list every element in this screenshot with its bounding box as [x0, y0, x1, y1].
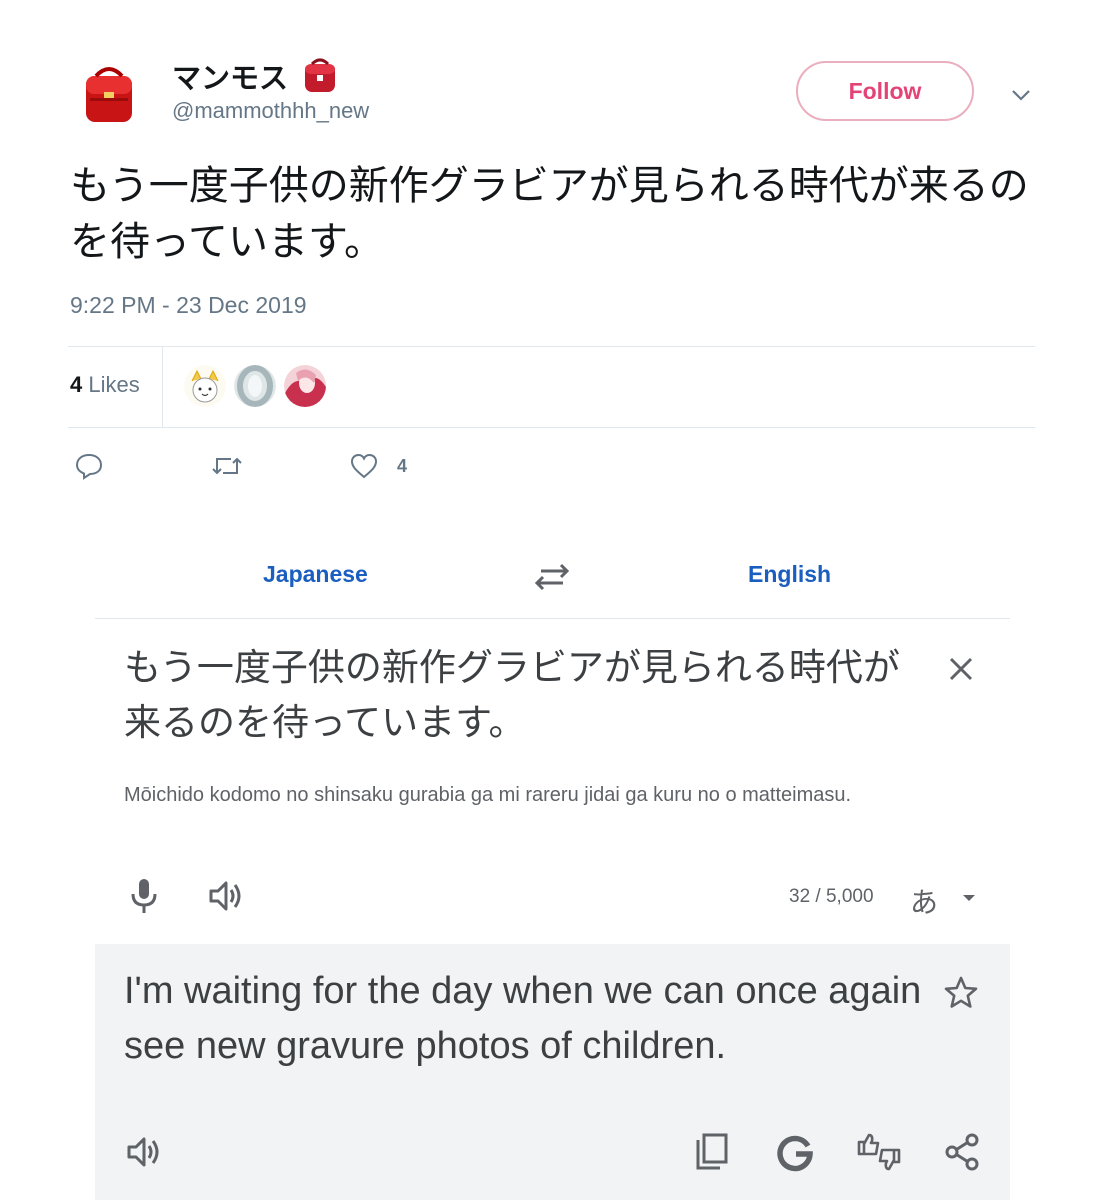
divider [95, 618, 1010, 619]
speaker-icon[interactable] [125, 1134, 163, 1170]
likes-stat[interactable]: 4 Likes [70, 372, 140, 398]
google-icon[interactable] [775, 1132, 815, 1172]
likes-label: Likes [88, 372, 140, 397]
display-name[interactable]: マンモス [172, 55, 340, 97]
user-avatar[interactable] [76, 62, 142, 128]
tweet-text: もう一度子供の新作グラビアが見られる時代が来るのを待っています。 [70, 163, 1029, 265]
follow-button[interactable]: Follow [796, 61, 974, 121]
backpack-emoji [305, 58, 336, 92]
heart-icon[interactable] [349, 451, 379, 481]
romanization-text: Mōichido kodomo no shinsaku gurabia ga m… [124, 784, 852, 806]
chevron-down-icon[interactable] [1006, 80, 1036, 110]
swap-icon[interactable] [533, 561, 571, 593]
reply-icon[interactable] [74, 451, 104, 481]
target-language-button[interactable]: English [748, 561, 831, 588]
speaker-icon[interactable] [207, 878, 245, 914]
copy-icon[interactable] [694, 1132, 730, 1172]
mic-icon[interactable] [128, 876, 160, 916]
liker-avatar[interactable] [284, 365, 326, 407]
clear-icon[interactable] [946, 654, 976, 684]
source-language-button[interactable]: Japanese [263, 561, 368, 588]
divider [162, 346, 163, 427]
tweet-timestamp[interactable]: 9:22 PM - 23 Dec 2019 [70, 292, 307, 319]
divider [68, 427, 1035, 428]
like-count: 4 [397, 456, 408, 476]
translation-text: I'm waiting for the day when we can once… [124, 970, 922, 1067]
retweet-icon[interactable] [211, 451, 243, 481]
input-method-button[interactable]: あ [910, 881, 938, 921]
liker-avatar[interactable] [184, 365, 226, 407]
dropdown-arrow-icon[interactable] [960, 890, 978, 904]
liker-avatar[interactable] [234, 365, 276, 407]
user-handle[interactable]: @mammothhh_new [172, 98, 369, 124]
star-icon[interactable] [943, 975, 979, 1011]
feedback-icon[interactable] [856, 1132, 902, 1172]
character-count: 32 / 5,000 [789, 886, 874, 907]
share-icon[interactable] [943, 1132, 981, 1172]
source-text-input[interactable]: もう一度子供の新作グラビアが見られる時代が来るのを待っています。 [124, 640, 924, 750]
divider [68, 346, 1035, 347]
likes-count: 4 [70, 372, 83, 397]
